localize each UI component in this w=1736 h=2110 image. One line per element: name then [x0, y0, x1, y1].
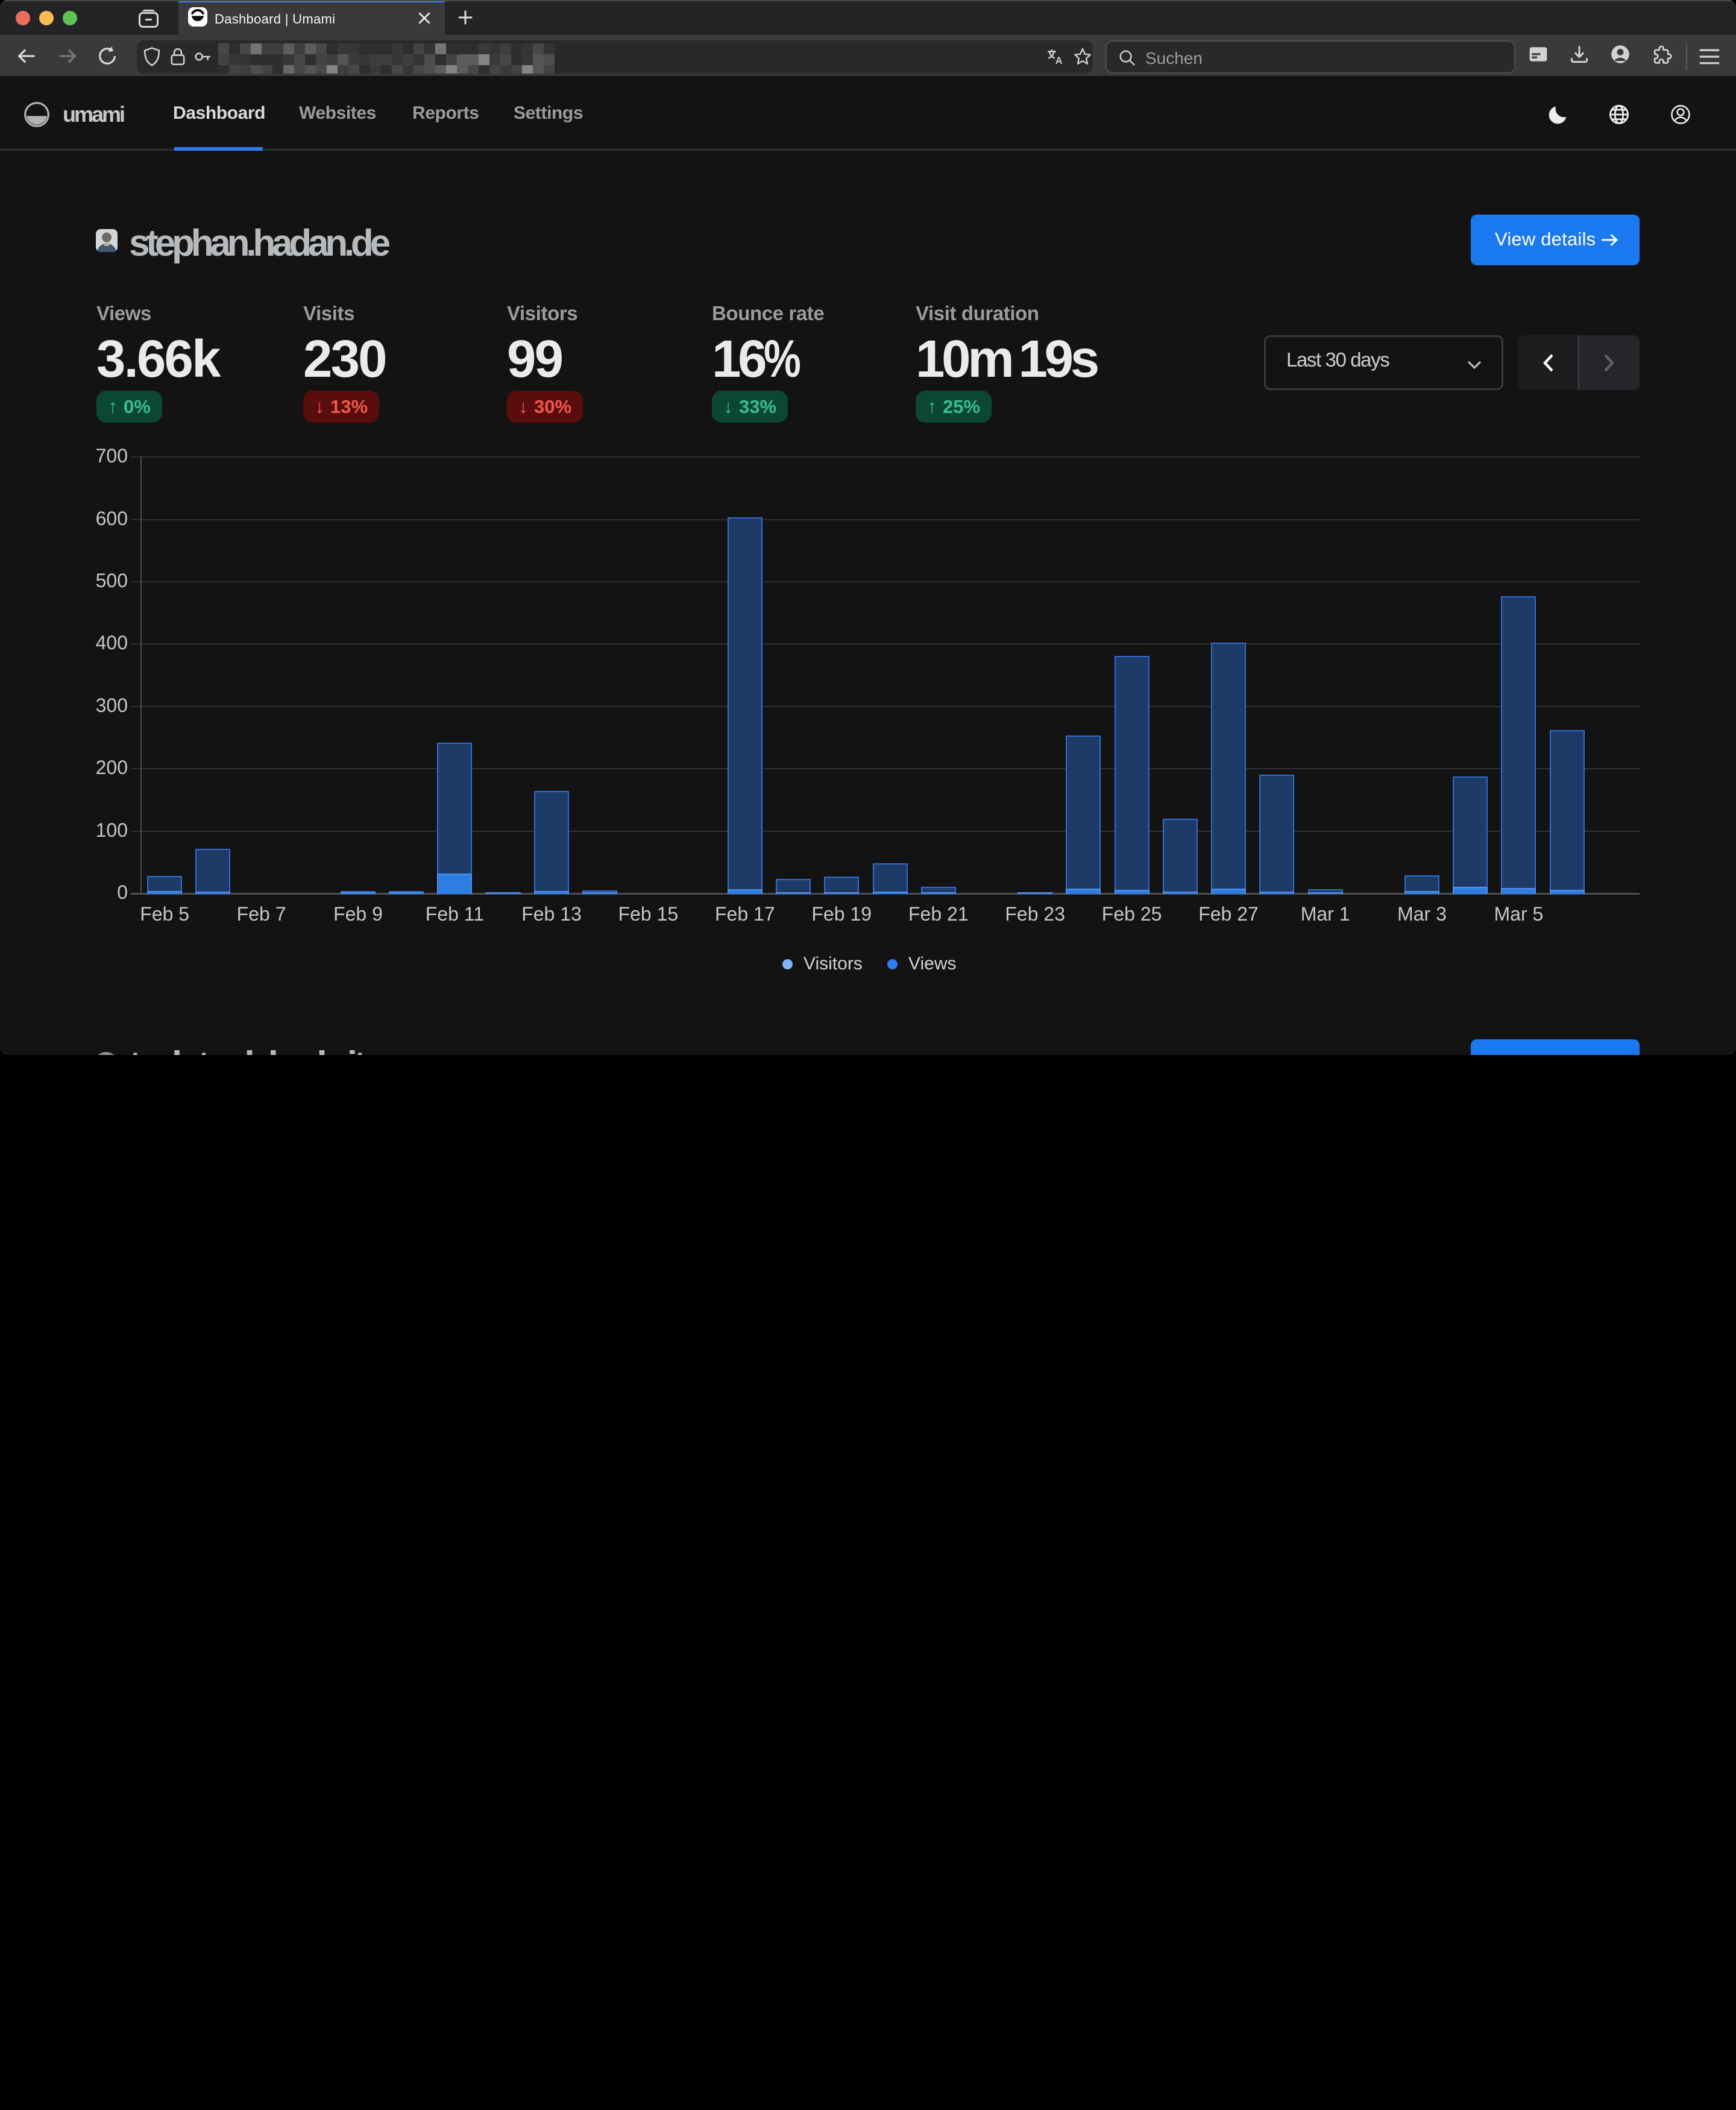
svg-text:A: A: [1055, 55, 1063, 66]
